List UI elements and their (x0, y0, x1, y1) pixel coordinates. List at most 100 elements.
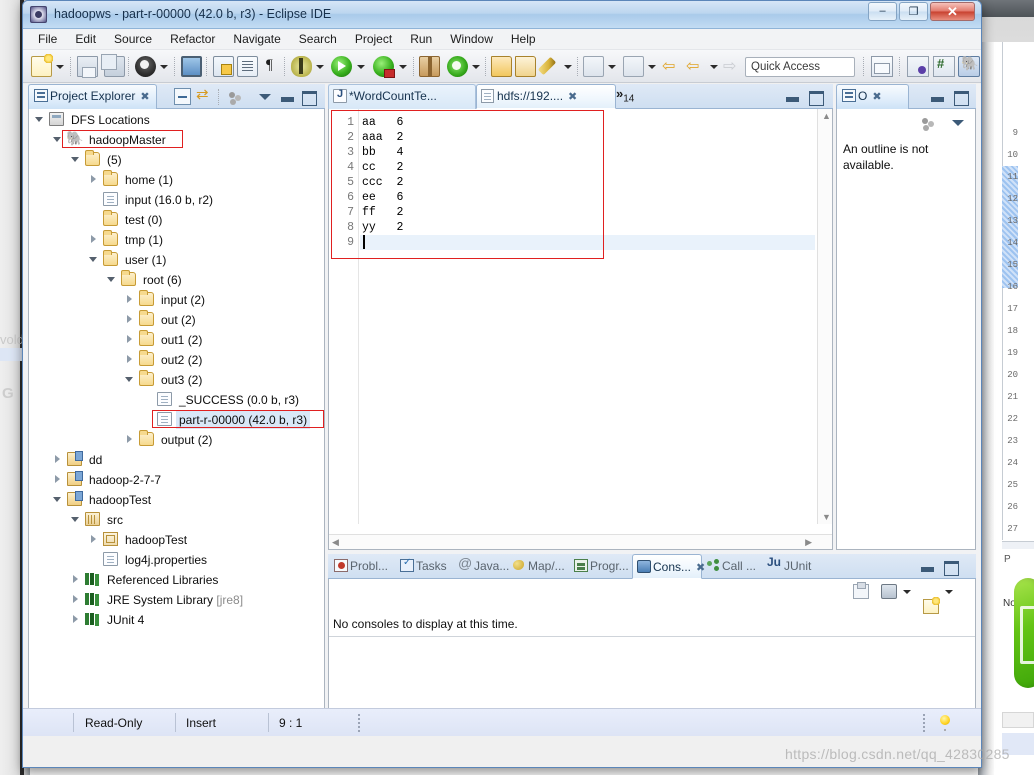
toggle-user-dropdown[interactable] (159, 63, 168, 70)
editor-text-area[interactable]: 1 aa 6 2 aaa 2 3 bb 4 4 cc 2 5 ccc 2 6 ee 6 7 ff 2 8 yy… (328, 109, 833, 550)
tree-item-test-0[interactable]: test (0) (29, 209, 324, 229)
run-external-dropdown[interactable] (398, 63, 407, 70)
step-into-dropdown[interactable] (607, 63, 616, 70)
menu-source[interactable]: Source (105, 29, 161, 48)
open-task-icon[interactable] (237, 56, 258, 77)
display-console-dropdown[interactable] (903, 590, 912, 596)
editor-tab-hdfs-close[interactable]: ✖ (568, 90, 577, 103)
toggle-user-icon[interactable] (135, 56, 156, 77)
console-tab-probl[interactable]: Probl... (330, 554, 396, 579)
edit-pen-dropdown[interactable] (563, 63, 572, 70)
chevron-down-icon[interactable] (53, 495, 62, 504)
tree-item-user-1[interactable]: user (1) (29, 249, 324, 269)
editor-line[interactable]: 7 ff 2 (329, 205, 832, 220)
new-package-icon[interactable] (419, 56, 440, 77)
tab-outline[interactable]: O ✖ (836, 84, 909, 109)
chevron-down-icon[interactable] (107, 275, 116, 284)
view-menu-icon[interactable] (949, 114, 966, 131)
view-filters-icon[interactable] (919, 114, 936, 131)
tree-item-referenced-libraries[interactable]: Referenced Libraries (29, 569, 324, 589)
tree-item-part-r-00000-42-0-b-r3[interactable]: part-r-00000 (42.0 b, r3) (29, 409, 324, 429)
run-icon[interactable] (331, 56, 352, 77)
editor-line[interactable]: 8 yy 2 (329, 220, 832, 235)
statusbar-drag-handle-right[interactable] (923, 714, 925, 732)
open-type-icon[interactable] (213, 56, 234, 77)
new-wizard-dropdown[interactable] (55, 63, 64, 70)
back-icon[interactable]: ⇦ (662, 59, 679, 75)
menu-search[interactable]: Search (290, 29, 346, 48)
editor-line[interactable]: 3 bb 4 (329, 145, 832, 160)
vscroll-up-arrow[interactable]: ▲ (822, 111, 831, 121)
chevron-right-icon[interactable] (53, 475, 62, 484)
quick-access-input[interactable]: Quick Access (745, 57, 855, 77)
menu-file[interactable]: File (29, 29, 66, 48)
minimize-icon[interactable] (928, 88, 945, 105)
editor-hscroll-right-arrow[interactable]: ▶ (805, 537, 812, 548)
minimize-icon[interactable] (783, 88, 800, 105)
pin-console-icon[interactable] (853, 582, 869, 599)
editor-tab-overflow[interactable]: »14 (616, 86, 634, 105)
editor-line[interactable]: 5 ccc 2 (329, 175, 832, 190)
tree-item-hadooptest[interactable]: hadoopTest (29, 489, 324, 509)
maximize-icon[interactable] (942, 558, 959, 576)
collapse-all-icon[interactable] (174, 88, 191, 105)
chevron-down-icon[interactable] (35, 115, 44, 124)
tree-item-success-0-0-b-r3[interactable]: _SUCCESS (0.0 b, r3) (29, 389, 324, 409)
jre-perspective-icon[interactable] (933, 56, 955, 77)
menu-refactor[interactable]: Refactor (161, 29, 224, 48)
tree-item-home-1[interactable]: home (1) (29, 169, 324, 189)
link-with-editor-icon[interactable] (196, 85, 213, 105)
step-out-icon[interactable] (623, 56, 644, 77)
editor-hscrollbar[interactable]: ◀ ▶ (329, 534, 832, 549)
editor-line[interactable]: 2 aaa 2 (329, 130, 832, 145)
maximize-icon[interactable] (807, 88, 824, 106)
statusbar-drag-handle[interactable] (358, 714, 360, 732)
editor-hscroll-left-arrow[interactable]: ◀ (332, 537, 339, 548)
save-icon[interactable] (77, 56, 98, 78)
console-tab-progr[interactable]: Progr... (570, 554, 632, 579)
chevron-down-icon[interactable] (53, 135, 62, 144)
tree-item-hadoopmaster[interactable]: hadoopMaster (29, 128, 324, 149)
open-console-icon[interactable] (181, 56, 202, 77)
tree-item-output-2[interactable]: output (2) (29, 429, 324, 449)
editor-line[interactable]: 6 ee 6 (329, 190, 832, 205)
tree-item-dfs-locations[interactable]: DFS Locations (29, 109, 324, 129)
tab-project-explorer[interactable]: Project Explorer ✖ (28, 84, 157, 109)
chevron-right-icon[interactable] (125, 435, 134, 444)
view-menu-icon[interactable] (256, 88, 273, 105)
chevron-right-icon[interactable] (53, 455, 62, 464)
menu-window[interactable]: Window (441, 29, 502, 48)
display-selected-console-icon[interactable] (881, 584, 897, 599)
tree-item-5[interactable]: (5) (29, 149, 324, 169)
vscroll-down-arrow[interactable]: ▼ (822, 512, 831, 522)
tree-item-jre-system-library[interactable]: JRE System Library [jre8] (29, 589, 324, 609)
editor-line[interactable]: 1 aa 6 (329, 115, 832, 130)
tab-project-explorer-close[interactable]: ✖ (140, 90, 149, 103)
maximize-icon[interactable] (952, 88, 969, 106)
refresh-dropdown[interactable] (471, 63, 480, 70)
forward-icon[interactable]: ⇨ (723, 59, 740, 75)
java-perspective-icon[interactable] (907, 56, 929, 77)
chevron-right-icon[interactable] (89, 535, 98, 544)
chevron-down-icon[interactable] (71, 515, 80, 524)
editor-tab-wordcount[interactable]: *WordCountTe... (328, 84, 476, 109)
run-dropdown[interactable] (356, 63, 365, 70)
console-tab-cons[interactable]: Cons... ✖ (632, 554, 705, 579)
maximize-button[interactable]: ❐ (899, 2, 928, 21)
menu-help[interactable]: Help (502, 29, 545, 48)
console-tab-map[interactable]: Map/... (508, 554, 570, 579)
import-folder-icon[interactable] (515, 56, 536, 77)
refresh-icon[interactable] (447, 56, 468, 77)
chevron-right-icon[interactable] (125, 335, 134, 344)
tree-item-dd[interactable]: dd (29, 449, 324, 469)
run-external-icon[interactable] (373, 56, 395, 78)
chevron-right-icon[interactable] (89, 235, 98, 244)
debug-icon[interactable] (291, 56, 312, 77)
editor-vscrollbar[interactable]: ▲ ▼ (817, 109, 832, 524)
new-wizard-icon[interactable] (31, 54, 53, 77)
tab-outline-close[interactable]: ✖ (872, 90, 881, 103)
chevron-right-icon[interactable] (125, 315, 134, 324)
chevron-right-icon[interactable] (125, 295, 134, 304)
minimize-icon[interactable] (918, 558, 935, 575)
close-button[interactable]: ✕ (930, 2, 975, 21)
